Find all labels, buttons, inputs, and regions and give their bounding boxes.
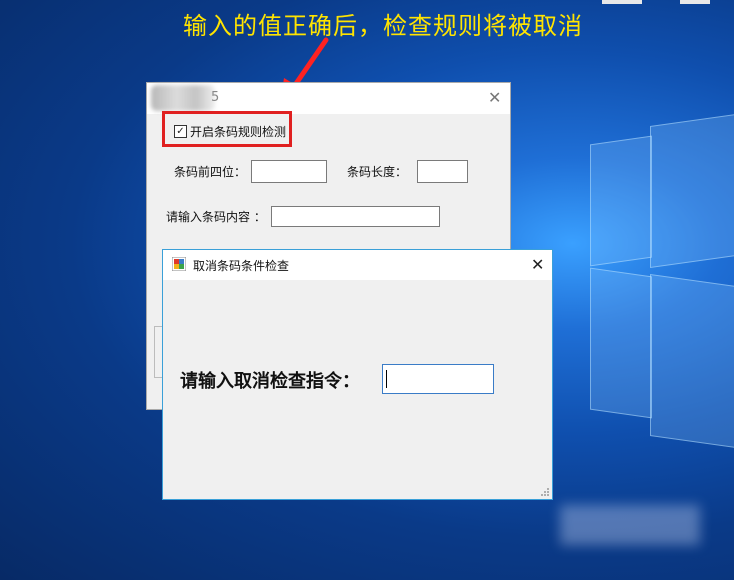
close-icon[interactable]: ✕ — [488, 90, 501, 106]
barcode-rule-checkbox-label: 开启条码规则检测 — [190, 125, 287, 139]
cancel-command-input[interactable] — [382, 364, 494, 394]
barcode-length-input[interactable] — [417, 160, 468, 183]
barcode-content-label: 请输入条码内容 ： — [166, 210, 266, 224]
barcode-prefix-input[interactable] — [251, 160, 327, 183]
barcode-length-label: 条码长度： — [347, 165, 408, 179]
window-title-fragment: 5 — [211, 90, 220, 105]
dialog-titlebar: 取消条码条件检查 ✕ — [163, 250, 552, 280]
barcode-content-input[interactable] — [271, 206, 440, 227]
cancel-command-label: 请输入取消检查指令： — [180, 371, 360, 392]
barcode-rule-checkbox[interactable]: ✓ — [174, 125, 187, 138]
barcode-rule-window-titlebar: 5 ✕ — [147, 83, 510, 114]
cancel-check-dialog: 取消条码条件检查 ✕ 请输入取消检查指令： — [162, 249, 553, 500]
blurred-title — [151, 85, 215, 111]
resize-grip[interactable] — [540, 487, 550, 497]
barcode-prefix-label: 条码前四位： — [174, 165, 247, 179]
app-icon — [172, 257, 186, 271]
text-caret — [386, 370, 387, 388]
dialog-title: 取消条码条件检查 — [193, 259, 290, 273]
close-icon[interactable]: ✕ — [531, 257, 544, 273]
